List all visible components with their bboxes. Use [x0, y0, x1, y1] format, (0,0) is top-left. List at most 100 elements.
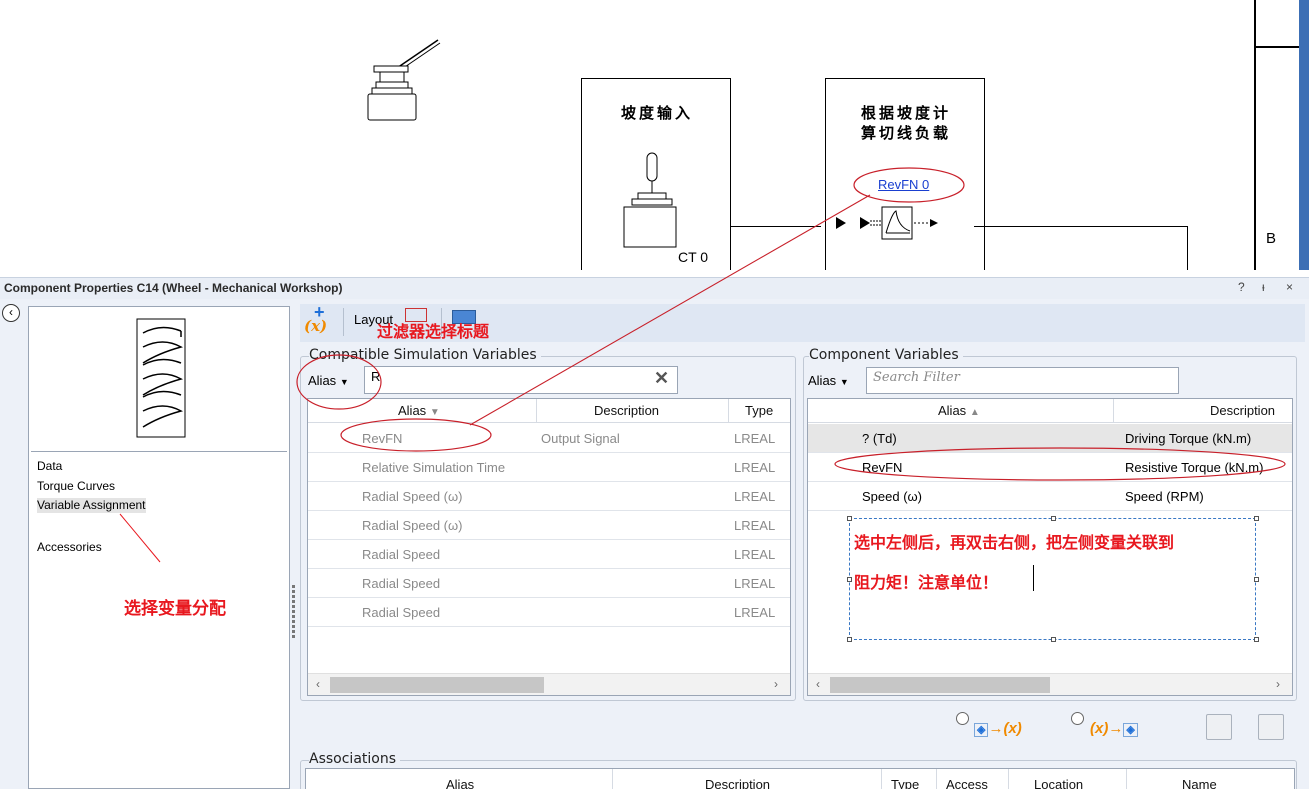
- cell-alias: Radial Speed: [362, 576, 441, 591]
- table-row[interactable]: Radial Speed LREAL: [308, 540, 790, 569]
- splitter-handle[interactable]: [292, 585, 296, 645]
- diagram-canvas[interactable]: 坡度输入 CT 0 根据坡度计 算切线负载 RevFN 0 B: [0, 0, 1309, 270]
- header-label: Alias: [398, 403, 427, 418]
- annotation-note-line1: 选中左侧后，再双击右侧，把左侧变量关联到: [854, 533, 1175, 552]
- wire: [731, 226, 821, 227]
- revfn-link[interactable]: RevFN 0: [878, 177, 929, 192]
- cell-description: Output Signal: [541, 431, 620, 446]
- close-button[interactable]: ×: [1286, 280, 1293, 294]
- pin-button[interactable]: ᵻ: [1262, 280, 1265, 294]
- slope-lever-icon[interactable]: [366, 36, 446, 122]
- dropdown-label: Alias: [308, 373, 337, 388]
- nav-item-accessories[interactable]: Accessories: [37, 540, 102, 555]
- cell-type: LREAL: [734, 431, 776, 446]
- annotation-select-assignment: 选择变量分配: [124, 599, 226, 619]
- annotation-filter-title: 过滤器选择标题: [377, 322, 490, 341]
- column-header-type[interactable]: Type: [745, 403, 773, 418]
- component-search-input[interactable]: Search Filter: [866, 367, 1179, 394]
- table-row[interactable]: ? (Td) Driving Torque (kN.m): [808, 424, 1292, 453]
- cell-alias: Speed (ω): [862, 489, 923, 504]
- map-direction-label: (x)→: [1090, 720, 1124, 737]
- sort-up-icon: ▲: [969, 407, 980, 418]
- scrollbar-thumb[interactable]: [330, 677, 544, 693]
- component-filter-mode-dropdown[interactable]: Alias ▼: [808, 373, 849, 388]
- table-row[interactable]: Relative Simulation Time LREAL: [308, 453, 790, 482]
- scroll-left-icon[interactable]: ‹: [816, 677, 820, 691]
- cell-description: Speed (RPM): [1125, 489, 1204, 504]
- column-header-alias[interactable]: Alias ▼: [398, 403, 440, 418]
- frame-edge: [1254, 46, 1299, 48]
- column-header-description[interactable]: Description: [594, 403, 659, 418]
- block-title-line1: 根据坡度计: [860, 104, 951, 122]
- scroll-right-icon[interactable]: ›: [1276, 677, 1280, 691]
- cell-description: Resistive Torque (kN.m): [1125, 460, 1264, 475]
- compatible-variables-grid[interactable]: Alias ▼ Description Type RevFN Output Si…: [307, 398, 791, 696]
- map-to-variable-radio[interactable]: [956, 712, 969, 725]
- compatible-filter-mode-dropdown[interactable]: Alias ▼: [308, 373, 349, 388]
- table-row[interactable]: Radial Speed LREAL: [308, 598, 790, 627]
- sort-down-icon: ▼: [429, 407, 440, 418]
- panel-title: Component Properties C14 (Wheel - Mechan…: [4, 281, 343, 295]
- panel-titlebar[interactable]: Component Properties C14 (Wheel - Mechan…: [0, 277, 1309, 299]
- horizontal-scrollbar[interactable]: ‹ ›: [308, 673, 790, 695]
- tangent-load-block[interactable]: 根据坡度计 算切线负载 RevFN 0: [825, 78, 985, 270]
- table-row[interactable]: Speed (ω) Speed (RPM): [808, 482, 1292, 511]
- frame-edge: [1254, 0, 1256, 270]
- column-header-alias[interactable]: Alias: [446, 777, 474, 789]
- edge-label: B: [1266, 230, 1277, 247]
- link-variables-button[interactable]: [1206, 714, 1232, 740]
- column-header-alias[interactable]: Alias ▲: [938, 403, 980, 418]
- variable-icon: (x): [304, 317, 328, 335]
- cell-alias: RevFN: [362, 431, 403, 446]
- scroll-left-icon[interactable]: ‹: [316, 677, 320, 691]
- map-to-variable-option[interactable]: ◈ →(x): [974, 720, 1022, 737]
- compatible-filter-input[interactable]: R: [364, 366, 678, 394]
- annotation-note-line2: 阻力矩！注意单位！: [854, 573, 999, 592]
- cell-alias: RevFN: [862, 460, 903, 475]
- column-header-description[interactable]: Description: [1210, 403, 1275, 418]
- column-header-location[interactable]: Location: [1034, 777, 1083, 789]
- column-header-access[interactable]: Access: [946, 777, 988, 789]
- header-label: Alias: [938, 403, 967, 418]
- table-row[interactable]: Radial Speed (ω) LREAL: [308, 511, 790, 540]
- nav-item-variable-assignment[interactable]: Variable Assignment: [37, 498, 146, 513]
- table-row[interactable]: RevFN Output Signal LREAL: [308, 424, 790, 453]
- dropdown-label: Alias: [808, 373, 837, 388]
- map-to-component-option[interactable]: (x)→ ◈: [1090, 720, 1138, 737]
- component-icon: ◈: [1123, 723, 1138, 737]
- collapse-left-button[interactable]: ‹: [2, 304, 20, 322]
- scrollbar-thumb[interactable]: [830, 677, 1050, 693]
- cell-type: LREAL: [734, 518, 776, 533]
- component-variables-title: Component Variables: [809, 347, 963, 363]
- table-row[interactable]: Radial Speed LREAL: [308, 569, 790, 598]
- table-row[interactable]: Radial Speed (ω) LREAL: [308, 482, 790, 511]
- joystick-icon: [623, 152, 677, 248]
- clear-filter-icon[interactable]: ✕: [654, 368, 669, 389]
- map-to-component-radio[interactable]: [1071, 712, 1084, 725]
- nav-item-torque-curves[interactable]: Torque Curves: [37, 479, 115, 494]
- table-row[interactable]: RevFN Resistive Torque (kN.m): [808, 453, 1292, 482]
- grid-header: Alias ▼ Description Type: [308, 399, 790, 423]
- cell-type: LREAL: [734, 547, 776, 562]
- column-header-type[interactable]: Type: [891, 777, 919, 789]
- cell-alias: Radial Speed: [362, 605, 441, 620]
- help-button[interactable]: ?: [1238, 280, 1245, 294]
- horizontal-scrollbar[interactable]: ‹ ›: [808, 673, 1292, 695]
- unlink-variables-button[interactable]: [1258, 714, 1284, 740]
- tire-tread-icon: [136, 318, 186, 438]
- column-header-name[interactable]: Name: [1182, 777, 1217, 789]
- cell-type: LREAL: [734, 576, 776, 591]
- associations-grid[interactable]: Alias Description Type Access Location N…: [305, 768, 1295, 789]
- toolbar-separator: [343, 308, 344, 336]
- nav-item-data[interactable]: Data: [37, 459, 62, 474]
- cell-alias: Radial Speed (ω): [362, 518, 463, 533]
- component-icon: ◈: [974, 723, 989, 737]
- map-direction-label: →(x): [988, 720, 1022, 737]
- slope-input-block[interactable]: 坡度输入 CT 0: [581, 78, 731, 270]
- annotation-textbox[interactable]: 选中左侧后，再双击右侧，把左侧变量关联到 阻力矩！注意单位！: [847, 516, 1259, 642]
- scroll-right-icon[interactable]: ›: [774, 677, 778, 691]
- cell-alias: Radial Speed (ω): [362, 489, 463, 504]
- scrollbar-edge: [1299, 0, 1309, 270]
- column-header-description[interactable]: Description: [705, 777, 770, 789]
- cell-description: Driving Torque (kN.m): [1125, 431, 1252, 446]
